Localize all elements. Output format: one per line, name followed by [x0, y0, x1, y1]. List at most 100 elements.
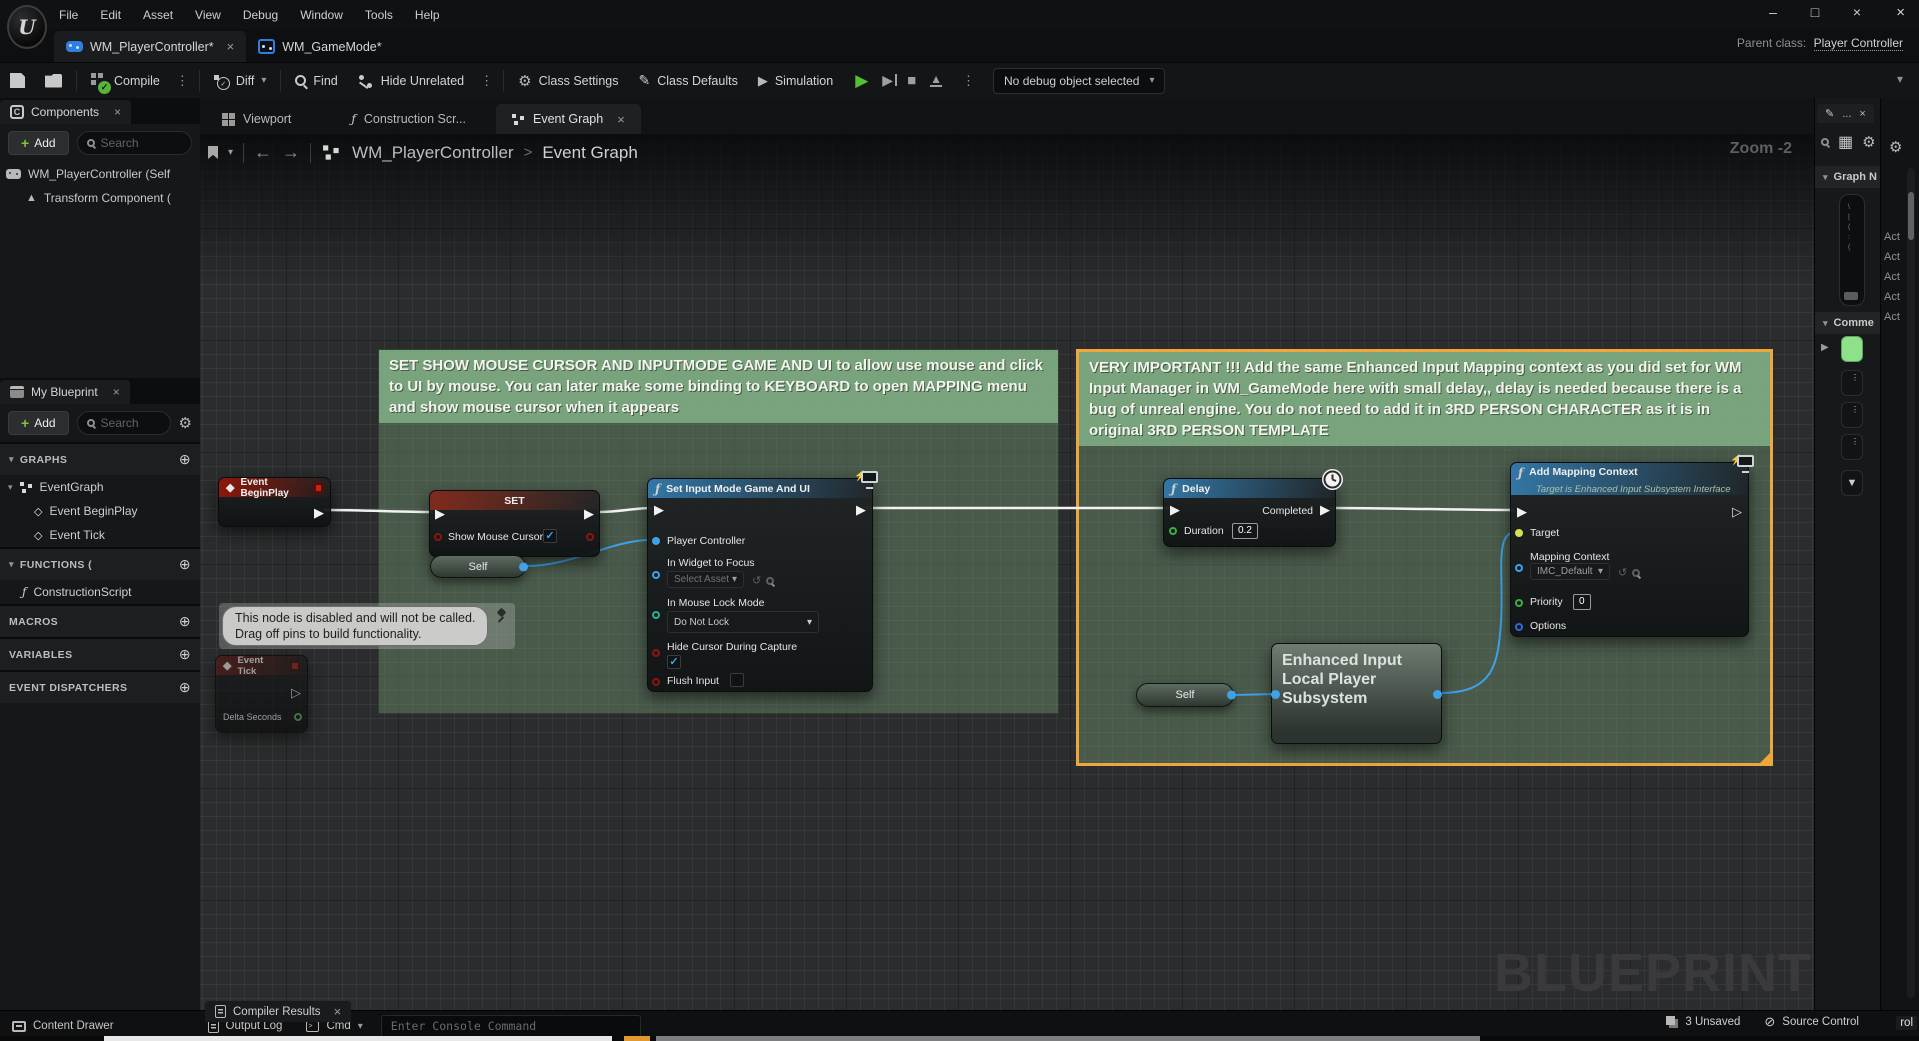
- browse-asset-button[interactable]: [35, 67, 72, 95]
- add-dispatcher-icon[interactable]: ⊕: [179, 679, 191, 696]
- find-button[interactable]: Find: [285, 67, 347, 95]
- gear-icon[interactable]: ⚙: [1889, 138, 1902, 156]
- option-swatch[interactable]: ⋮: [1841, 434, 1863, 460]
- item-event-tick[interactable]: ◇ Event Tick: [0, 523, 200, 547]
- self-output-pin[interactable]: [519, 562, 528, 571]
- back-arrow-icon[interactable]: ←: [254, 142, 272, 163]
- node-set-show-mouse-cursor[interactable]: SET ▶ ▶ Show Mouse Cursor ✓: [429, 490, 600, 557]
- search-icon[interactable]: [1821, 138, 1829, 146]
- compile-options-icon[interactable]: ⋮: [170, 73, 195, 89]
- components-search-input[interactable]: [101, 136, 171, 150]
- node-event-beginplay[interactable]: ◆ Event BeginPlay ▶: [218, 477, 331, 527]
- disable-toggle[interactable]: [314, 483, 323, 493]
- details-tab[interactable]: ✎ ... ×: [1817, 104, 1874, 123]
- mouse-lock-mode-dropdown[interactable]: Do Not Lock▾: [667, 611, 819, 633]
- asset-reset-search-icons[interactable]: ↺: [752, 574, 774, 587]
- flush-input-checkbox[interactable]: [730, 673, 744, 687]
- frame-skip-button[interactable]: ▶: [882, 72, 893, 89]
- hide-unrelated-button[interactable]: Hide Unrelated: [348, 67, 474, 95]
- disable-toggle[interactable]: [290, 661, 300, 671]
- bookmark-icon[interactable]: [208, 146, 218, 159]
- components-search[interactable]: [77, 131, 192, 155]
- subsystem-input-pin[interactable]: [1271, 690, 1280, 699]
- component-item-self[interactable]: WM_PlayerController (Self: [0, 162, 200, 186]
- my-blueprint-search-input[interactable]: [101, 416, 171, 430]
- exec-in-pin[interactable]: ▶: [1170, 503, 1180, 516]
- menu-help[interactable]: Help: [406, 5, 449, 25]
- item-construction-script[interactable]: ƒ ConstructionScript: [0, 580, 200, 604]
- exec-out-pin[interactable]: ▶: [856, 503, 866, 516]
- in-widget-to-focus-pin[interactable]: [652, 571, 660, 579]
- subsystem-output-pin[interactable]: [1433, 690, 1442, 699]
- delta-seconds-pin[interactable]: [294, 713, 302, 721]
- tab-wm-gamemode[interactable]: WM_GameMode*: [246, 31, 393, 62]
- show-mouse-cursor-checkbox[interactable]: ✓: [543, 529, 557, 543]
- node-enhanced-input-subsystem[interactable]: Enhanced Input Local Player Subsystem: [1271, 643, 1442, 744]
- forward-arrow-icon[interactable]: →: [282, 142, 300, 163]
- node-set-input-mode-game-and-ui[interactable]: ƒ Set Input Mode Game And UI ⚡ ▶ ▶ Playe…: [647, 478, 873, 692]
- horizontal-scrollbar[interactable]: [0, 1036, 1919, 1041]
- add-graph-icon[interactable]: ⊕: [179, 451, 191, 468]
- menu-asset[interactable]: Asset: [134, 5, 182, 25]
- tab-event-graph[interactable]: Event Graph ×: [496, 104, 641, 134]
- target-pin[interactable]: [1515, 529, 1523, 537]
- priority-value[interactable]: 0: [1573, 594, 1591, 610]
- menu-view[interactable]: View: [186, 5, 230, 25]
- compiler-results-tab[interactable]: Compiler Results ×: [205, 1001, 351, 1022]
- content-drawer-button[interactable]: Content Drawer: [0, 1020, 126, 1032]
- stop-button[interactable]: ■: [907, 72, 916, 89]
- add-macro-icon[interactable]: ⊕: [179, 613, 191, 630]
- completed-exec-pin[interactable]: ▶: [1320, 503, 1330, 516]
- exec-out-pin[interactable]: ▷: [1732, 505, 1742, 518]
- vertical-scrollbar[interactable]: [1907, 168, 1915, 998]
- item-event-beginplay[interactable]: ◇ Event BeginPlay: [0, 499, 200, 523]
- hide-unrelated-options-icon[interactable]: ⋮: [474, 73, 499, 89]
- hide-cursor-checkbox[interactable]: ✓: [667, 655, 681, 669]
- menu-edit[interactable]: Edit: [91, 5, 130, 25]
- my-blueprint-close-icon[interactable]: ×: [113, 385, 120, 399]
- debug-object-dropdown[interactable]: No debug object selected ▾: [993, 68, 1165, 94]
- unreal-logo-icon[interactable]: U: [7, 5, 47, 49]
- priority-pin[interactable]: [1515, 599, 1523, 607]
- my-blueprint-tab[interactable]: My Blueprint ×: [0, 380, 130, 404]
- node-self[interactable]: Self: [1136, 683, 1234, 707]
- console-command-input[interactable]: [381, 1015, 641, 1038]
- diff-button[interactable]: Diff ▾: [204, 67, 277, 95]
- exec-in-pin[interactable]: ▶: [1517, 505, 1527, 518]
- node-delay[interactable]: ƒ Delay ▶ Completed ▶ Duration 0.2: [1163, 478, 1336, 547]
- add-function-icon[interactable]: ⊕: [179, 556, 191, 573]
- node-add-mapping-context[interactable]: ƒ Add Mapping Context Target is Enhanced…: [1510, 462, 1749, 637]
- add-variable-icon[interactable]: ⊕: [179, 646, 191, 663]
- section-graphs[interactable]: ▾GRAPHS ⊕: [0, 442, 200, 475]
- tab-wm-playercontroller[interactable]: WM_PlayerController* ×: [54, 31, 246, 62]
- flush-input-pin[interactable]: [652, 678, 660, 686]
- toolbar-overflow-icon[interactable]: ▾: [1897, 72, 1903, 86]
- compiler-results-close-icon[interactable]: ×: [334, 1004, 342, 1019]
- class-settings-button[interactable]: ⚙ Class Settings: [508, 67, 628, 95]
- my-blueprint-search[interactable]: [77, 411, 171, 435]
- node-event-tick[interactable]: ◆ Event Tick ▷ Delta Seconds: [215, 655, 308, 733]
- player-controller-pin[interactable]: [652, 537, 660, 545]
- node-self[interactable]: Self: [430, 555, 526, 578]
- section-variables[interactable]: VARIABLES ⊕: [0, 637, 200, 670]
- details-close-icon[interactable]: ×: [1859, 108, 1865, 120]
- event-graph-canvas[interactable]: BLUEPRINT ▾ ← → WM_PlayerController > Ev…: [200, 134, 1814, 1010]
- play-button[interactable]: ▶: [855, 71, 868, 91]
- play-options-icon[interactable]: ⋮: [956, 73, 981, 89]
- option-swatch[interactable]: ⋮: [1841, 402, 1863, 428]
- menu-file[interactable]: File: [50, 5, 87, 25]
- components-add-button[interactable]: +Add: [8, 131, 69, 155]
- gear-icon[interactable]: ⚙: [1862, 133, 1875, 151]
- source-control-button[interactable]: ⊘ Source Control: [1764, 1014, 1859, 1030]
- section-event-dispatchers[interactable]: EVENT DISPATCHERS ⊕: [0, 670, 200, 703]
- expander-icon[interactable]: ▶: [1821, 342, 1829, 353]
- duration-value[interactable]: 0.2: [1232, 523, 1258, 539]
- option-swatch[interactable]: ⋮: [1841, 370, 1863, 396]
- save-button[interactable]: [0, 67, 35, 95]
- section-functions[interactable]: ▾FUNCTIONS ( ⊕: [0, 547, 200, 580]
- node-list-box[interactable]: \|(:(: [1839, 194, 1865, 306]
- exec-out-pin[interactable]: ▶: [584, 507, 594, 520]
- options-pin[interactable]: [1515, 623, 1523, 631]
- breadcrumb-root[interactable]: WM_PlayerController: [352, 143, 514, 163]
- menu-tools[interactable]: Tools: [356, 5, 402, 25]
